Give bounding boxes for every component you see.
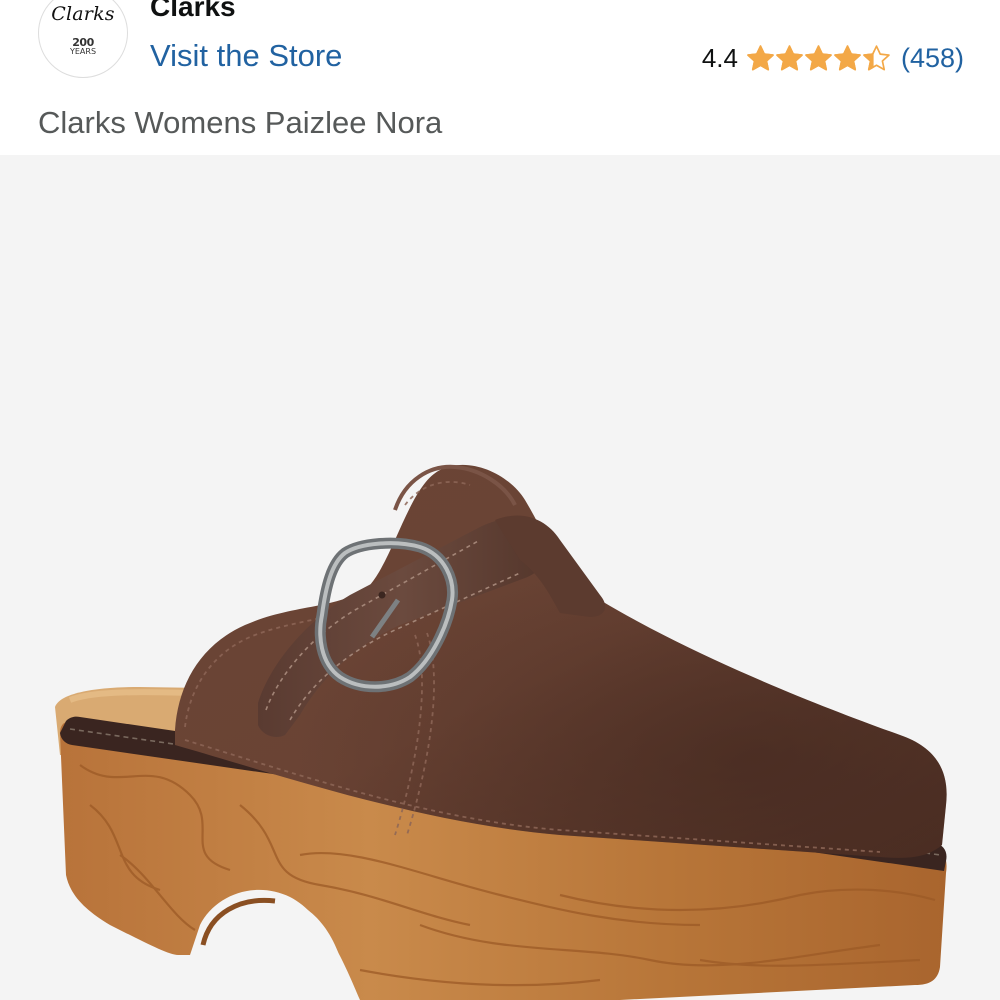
- brand-logo[interactable]: Clarks 200 YEARS: [38, 0, 128, 78]
- rating-summary[interactable]: 4.4 (458): [702, 40, 964, 76]
- visit-store-link[interactable]: Visit the Store: [150, 38, 342, 74]
- brand-logo-badge: 200 YEARS: [39, 37, 127, 56]
- brand-name[interactable]: Clarks: [150, 0, 236, 23]
- product-page: Clarks 200 YEARS Clarks Visit the Store …: [0, 0, 1000, 1000]
- review-count-link[interactable]: (458): [901, 43, 964, 74]
- star-full-icon: [776, 44, 803, 70]
- product-title: Clarks Womens Paizlee Nora: [38, 105, 443, 140]
- star-full-icon: [747, 44, 774, 70]
- star-full-icon: [834, 44, 861, 70]
- product-image[interactable]: [0, 155, 1000, 1000]
- brand-logo-badge-text: YEARS: [69, 47, 97, 56]
- star-rating[interactable]: [746, 44, 891, 73]
- star-full-icon: [805, 44, 832, 70]
- rating-value: 4.4: [701, 42, 738, 73]
- shoe-clog-image: [55, 464, 947, 1000]
- brand-logo-wordmark: Clarks: [51, 3, 115, 25]
- star-half-icon: [863, 44, 890, 70]
